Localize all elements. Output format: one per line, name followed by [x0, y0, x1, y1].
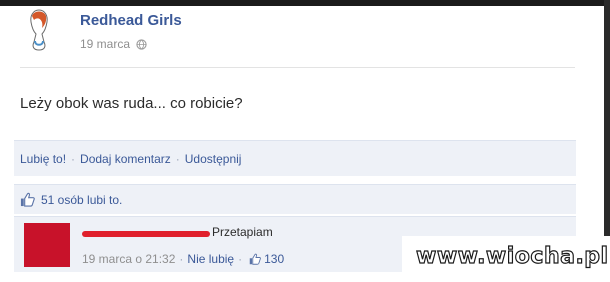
commenter-avatar[interactable] — [24, 223, 70, 267]
top-edge — [0, 0, 610, 6]
separator: · — [238, 252, 243, 266]
page-avatar[interactable] — [22, 8, 56, 52]
post-date[interactable]: 19 marca — [80, 37, 130, 51]
header-divider — [20, 67, 575, 68]
separator: · — [175, 151, 180, 166]
comment-link[interactable]: Dodaj komentarz — [80, 152, 171, 166]
globe-icon — [136, 38, 147, 50]
like-link[interactable]: Lubię to! — [20, 152, 66, 166]
comment-text: Przetapiam — [212, 225, 273, 239]
unlike-link[interactable]: Nie lubię — [187, 252, 234, 266]
page-name[interactable]: Redhead Girls — [80, 12, 182, 29]
commenter-name-redacted — [82, 231, 210, 237]
likes-count-link[interactable]: 51 osób lubi to. — [41, 193, 122, 207]
post-actions: Lubię to! · Dodaj komentarz · Udostępnij — [14, 140, 576, 176]
comment-like-count[interactable]: 130 — [264, 252, 284, 266]
post-meta: 19 marca — [80, 37, 147, 51]
comment-time[interactable]: 19 marca o 21:32 — [82, 252, 175, 266]
share-link[interactable]: Udostępnij — [185, 152, 242, 166]
watermark-text: www.wiocha.pl — [415, 243, 609, 269]
thumbs-up-icon — [20, 192, 35, 207]
separator: · — [71, 151, 76, 166]
post-message: Leży obok was ruda... co robicie? — [20, 95, 243, 112]
comment-meta: 19 marca o 21:32 · Nie lubię · 130 — [82, 252, 284, 266]
likes-row: 51 osób lubi to. — [14, 184, 576, 214]
thumbs-up-icon — [249, 253, 261, 265]
separator: · — [179, 252, 184, 266]
watermark: www.wiocha.pl — [402, 236, 610, 282]
